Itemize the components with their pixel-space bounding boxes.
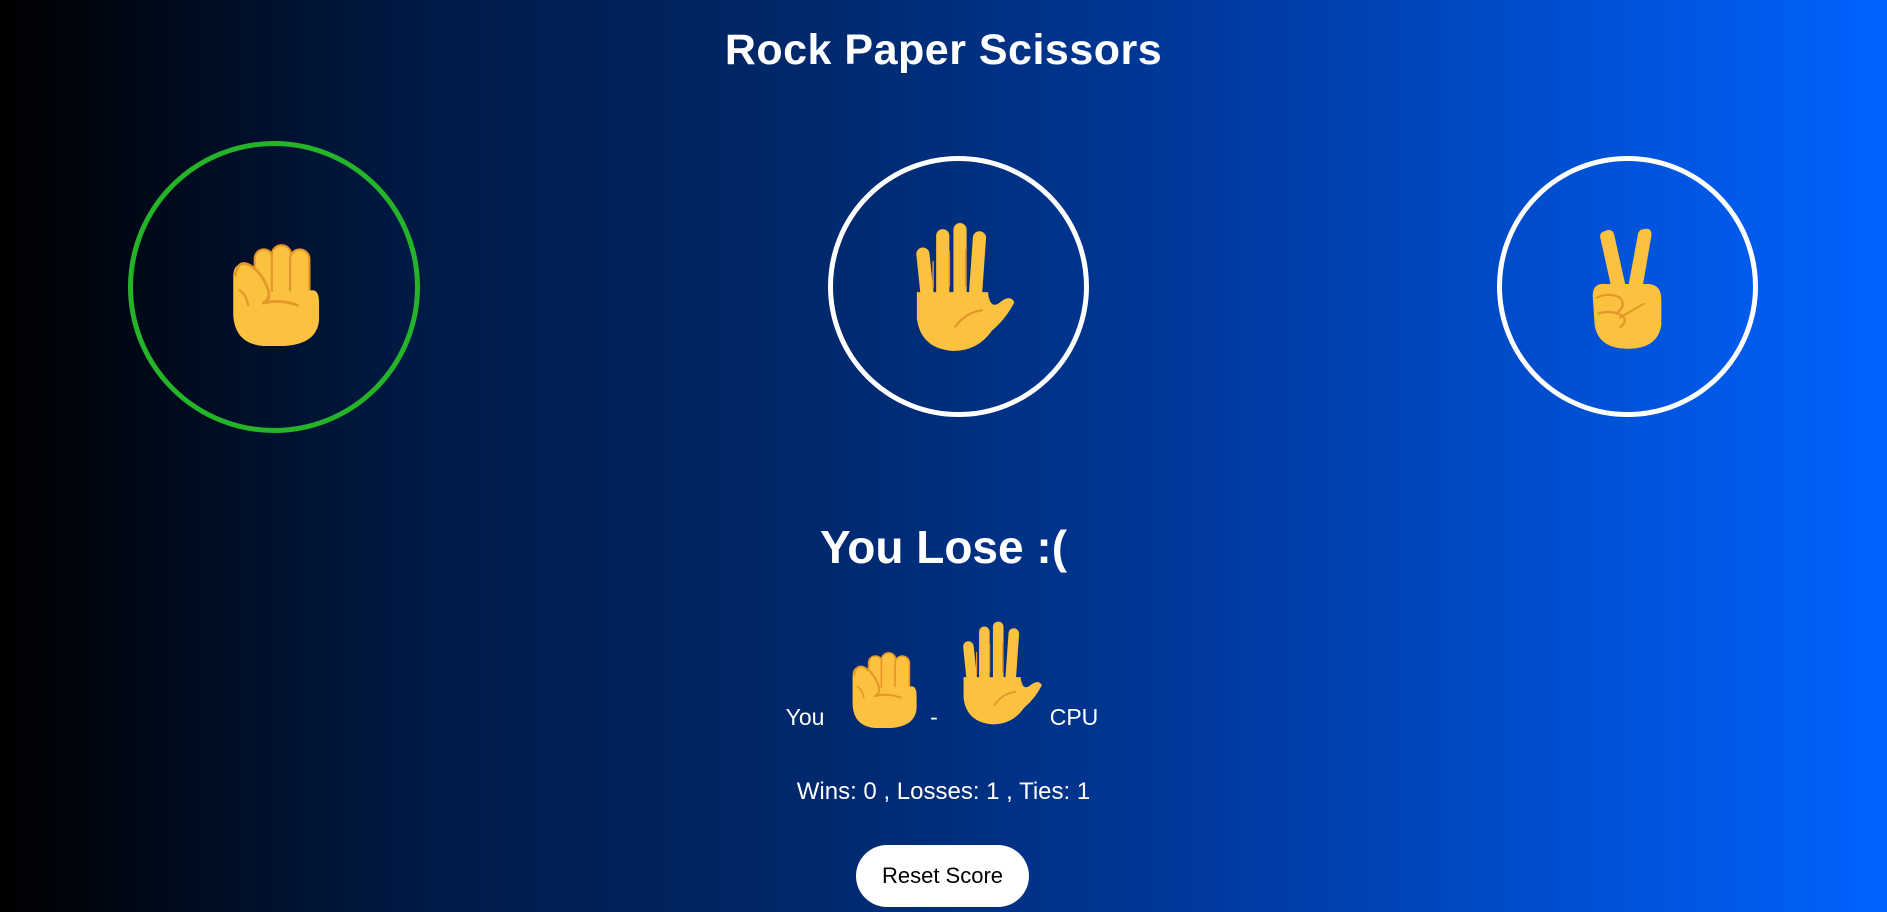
victory-hand-icon <box>1579 223 1677 351</box>
scissors-choice-button[interactable] <box>1497 156 1758 417</box>
cpu-pick-raised-hand-icon <box>951 620 1043 731</box>
raised-fist-icon <box>220 228 328 346</box>
player-pick-raised-fist-icon <box>843 640 923 733</box>
result-message: You Lose :( <box>819 521 1068 573</box>
page-title: Rock Paper Scissors <box>724 26 1163 74</box>
reset-score-button[interactable]: Reset Score <box>856 845 1029 907</box>
you-label: You <box>785 704 825 730</box>
score-display: Wins: 0 , Losses: 1 , Ties: 1 <box>796 778 1091 805</box>
gradient-background <box>0 0 1887 912</box>
paper-choice-button[interactable] <box>828 156 1089 417</box>
cpu-label: CPU <box>1049 704 1099 730</box>
rock-choice-button[interactable] <box>128 141 420 433</box>
raised-hand-icon <box>901 221 1016 353</box>
matchup-row: You - CPU <box>0 618 1887 731</box>
matchup-separator: - <box>930 704 938 730</box>
